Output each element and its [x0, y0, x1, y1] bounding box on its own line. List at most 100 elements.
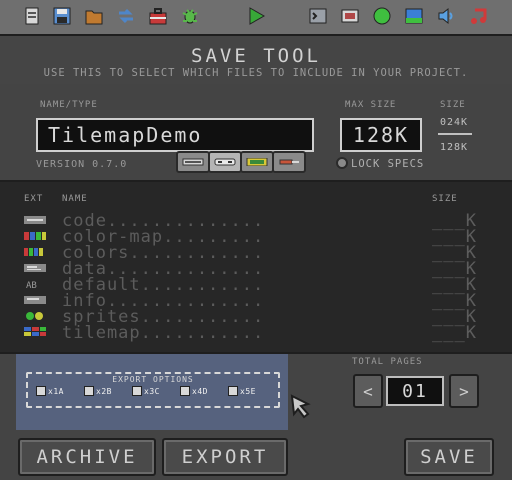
export-option-label: x4D — [192, 386, 208, 396]
controller-icon — [214, 158, 236, 166]
default-file-icon: AB — [26, 281, 37, 289]
toolbar-button-swap[interactable] — [115, 5, 137, 27]
svg-text:AB: AB — [26, 281, 37, 289]
lock-specs-radio[interactable] — [336, 157, 348, 169]
version-label: VERSION 0.7.0 — [36, 159, 128, 170]
size-divider — [438, 133, 472, 135]
play-icon — [249, 7, 265, 25]
file-name: tilemap........... — [62, 323, 265, 343]
size-used: 024K — [440, 117, 469, 128]
swap-icon — [119, 8, 133, 24]
toolbox-icon — [149, 8, 167, 25]
file-row[interactable]: code.............. ___K — [0, 211, 512, 231]
export-option-checkbox[interactable]: x3C — [132, 385, 160, 397]
export-option-checkbox[interactable]: x2B — [84, 385, 112, 397]
toolbar-button-toolbox[interactable] — [147, 5, 169, 27]
export-option-label: x1A — [48, 386, 64, 396]
save-tool-window: SAVE TOOL USE THIS TO SELECT WHICH FILES… — [0, 0, 512, 480]
new-file-icon — [25, 7, 39, 25]
column-ext: EXT — [24, 194, 44, 204]
export-option-checkbox[interactable]: x4D — [180, 385, 208, 397]
export-option-label: x3C — [144, 386, 160, 396]
file-row[interactable]: data.............. ___K — [0, 259, 512, 279]
bug-icon — [182, 9, 198, 24]
tilemap-file-icon — [24, 327, 46, 336]
file-row[interactable]: colors............ ___K — [0, 243, 512, 263]
type-console-button[interactable] — [176, 151, 210, 173]
cursor-icon — [290, 394, 311, 419]
page-title: SAVE TOOL — [191, 45, 321, 67]
map-icon — [405, 8, 423, 24]
export-option-label: x5E — [240, 386, 256, 396]
checkbox-icon — [228, 386, 238, 396]
sprites-file-icon — [26, 312, 43, 320]
total-pages-label: TOTAL PAGES — [352, 357, 423, 367]
code-file-icon — [24, 216, 46, 224]
type-chip-button[interactable] — [272, 151, 306, 173]
checkbox-icon — [132, 386, 142, 396]
toolbar-button-sprite[interactable] — [371, 5, 393, 27]
tile-editor-icon — [341, 9, 359, 23]
export-options-title: EXPORT OPTIONS — [108, 375, 198, 384]
chevron-left-icon: < — [363, 381, 373, 401]
export-option-checkbox[interactable]: x5E — [228, 385, 256, 397]
toolbar-button-play[interactable] — [245, 5, 267, 27]
max-size-value: 128K — [352, 123, 410, 147]
lock-specs-label: LOCK SPECS — [351, 158, 425, 170]
size-label: SIZE — [440, 100, 466, 110]
prev-page-button[interactable]: < — [353, 374, 383, 408]
page-count-value: 01 — [402, 380, 428, 402]
file-row[interactable]: info.............. ___K — [0, 291, 512, 311]
toolbar-button-sound[interactable] — [435, 5, 457, 27]
toolbar-button-terminal[interactable] — [307, 5, 329, 27]
export-option-checkbox[interactable]: x1A — [36, 385, 64, 397]
save-disk-icon — [53, 7, 71, 25]
terminal-icon — [309, 8, 327, 24]
export-option-label: x2B — [96, 386, 112, 396]
size-total: 128K — [440, 142, 469, 153]
column-size: SIZE — [432, 194, 458, 204]
colormap-file-icon — [24, 232, 46, 240]
file-row[interactable]: sprites........... ___K — [0, 307, 512, 327]
file-size: ___K — [432, 323, 477, 343]
type-controller-button[interactable] — [208, 151, 242, 173]
file-list: EXT NAME SIZE code.............. ___K colo… — [0, 180, 512, 354]
header: SAVE TOOL USE THIS TO SELECT WHICH FILES… — [0, 36, 512, 84]
file-row[interactable]: color-map......... ___K — [0, 227, 512, 247]
toolbar-button-bug[interactable] — [179, 5, 201, 27]
toolbar-button-map[interactable] — [403, 5, 425, 27]
info-file-icon — [24, 296, 46, 304]
file-row[interactable]: tilemap........... ___K — [0, 323, 512, 343]
toolbar-button-tile-editor[interactable] — [339, 5, 361, 27]
save-button[interactable]: SAVE — [404, 438, 494, 476]
max-size-field[interactable]: 128K — [340, 118, 422, 152]
column-name: NAME — [62, 194, 88, 204]
project-name-value: TilemapDemo — [48, 123, 203, 147]
export-options-panel: EXPORT OPTIONS x1A x2B x3C x4D x5E — [16, 354, 288, 430]
archive-button[interactable]: ARCHIVE — [18, 438, 156, 476]
project-name-field[interactable]: TilemapDemo — [36, 118, 314, 152]
toolbar-button-music[interactable] — [467, 5, 489, 27]
toolbar-button-save-disk[interactable] — [51, 5, 73, 27]
data-file-icon — [24, 264, 46, 272]
console-icon — [182, 158, 204, 166]
music-icon — [471, 8, 487, 24]
folder-icon — [85, 10, 103, 25]
toolbar — [0, 0, 512, 36]
sprite-icon — [373, 7, 391, 25]
toolbar-button-new-file[interactable] — [21, 5, 43, 27]
toolbar-button-folder[interactable] — [83, 5, 105, 27]
page-count-field[interactable]: 01 — [386, 376, 444, 406]
export-options-box: EXPORT OPTIONS x1A x2B x3C x4D x5E — [26, 372, 280, 408]
cartridge-icon — [246, 158, 268, 166]
export-button[interactable]: EXPORT — [162, 438, 288, 476]
checkbox-icon — [36, 386, 46, 396]
next-page-button[interactable]: > — [449, 374, 479, 408]
colors-file-icon — [24, 248, 43, 256]
sound-icon — [438, 7, 453, 25]
chevron-right-icon: > — [459, 381, 469, 401]
page-subtitle: USE THIS TO SELECT WHICH FILES TO INCLUD… — [43, 67, 469, 79]
type-cartridge-button[interactable] — [240, 151, 274, 173]
chip-icon — [279, 159, 299, 165]
file-row[interactable]: AB default........... ___K — [0, 275, 512, 295]
